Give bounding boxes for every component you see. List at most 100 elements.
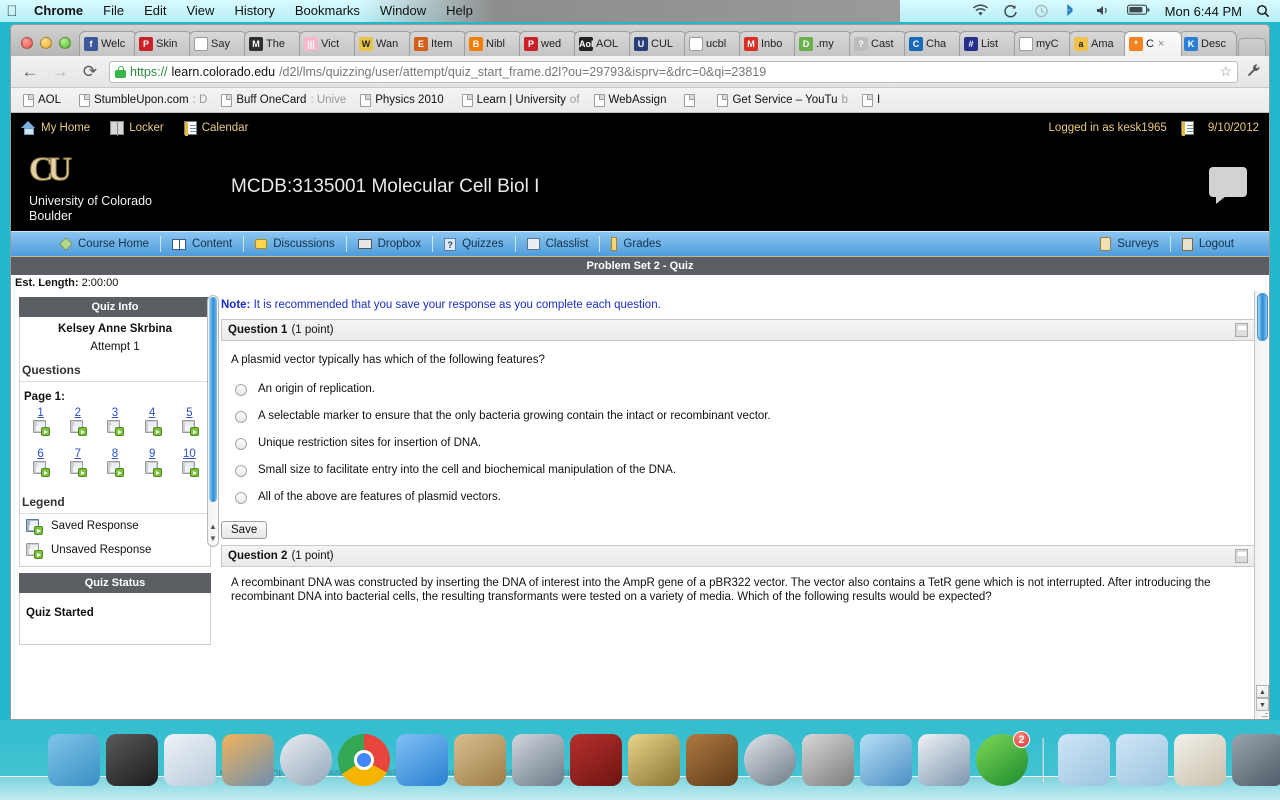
dock-icon-photo-booth-camera[interactable]: [512, 734, 564, 786]
wifi-icon[interactable]: [972, 4, 989, 19]
navbar-item-classlist[interactable]: Classlist: [516, 231, 600, 257]
spotlight-search-icon[interactable]: [1256, 4, 1270, 19]
apple-logo-icon[interactable]: : [0, 3, 24, 20]
browser-tab[interactable]: P Skin: [134, 31, 192, 56]
browser-tab[interactable]: C Cha: [904, 31, 962, 56]
question-nav-item[interactable]: 2: [59, 407, 96, 440]
menu-item-window[interactable]: Window: [370, 0, 436, 22]
bluetooth-icon[interactable]: [1065, 3, 1082, 19]
radio-button[interactable]: [235, 411, 247, 423]
answer-option[interactable]: An origin of replication.: [221, 376, 1255, 403]
menu-item-history[interactable]: History: [224, 0, 284, 22]
question-nav-number[interactable]: 4: [134, 407, 171, 419]
bookmark-item[interactable]: WebAssign: [588, 92, 677, 109]
browser-tab[interactable]: M The: [244, 31, 302, 56]
dock-icon-documents-folder[interactable]: [1116, 734, 1168, 786]
window-resize-grip[interactable]: [1254, 711, 1268, 719]
battery-icon[interactable]: [1126, 4, 1151, 19]
bookmark-item[interactable]: [678, 92, 709, 109]
browser-tab[interactable]: myC: [1014, 31, 1072, 56]
sidebar-scrollbar[interactable]: ▲ ▼: [207, 295, 219, 547]
chat-bubble-icon[interactable]: [1209, 167, 1247, 204]
dock-icon-garageband[interactable]: [686, 734, 738, 786]
dock-icon-spotify[interactable]: 2: [976, 731, 1030, 786]
nav-my-home[interactable]: My Home: [21, 121, 90, 135]
question-nav-number[interactable]: 9: [134, 448, 171, 460]
menu-bar-clock[interactable]: Mon 6:44 PM: [1165, 4, 1242, 19]
address-bar[interactable]: https://learn.colorado.edu/d2l/lms/quizz…: [109, 60, 1238, 83]
browser-tab[interactable]: ? Cast: [849, 31, 907, 56]
tab-close-icon[interactable]: ×: [1158, 38, 1164, 50]
question-nav-item[interactable]: 9: [134, 448, 171, 481]
question-1-save-button[interactable]: Save: [221, 521, 268, 539]
sync-icon[interactable]: [1003, 4, 1020, 19]
browser-tab[interactable]: ucbl: [684, 31, 742, 56]
dock-icon-wave[interactable]: [860, 734, 912, 786]
dock-icon-address-book[interactable]: [454, 734, 506, 786]
dock-icon-hp-printer[interactable]: [918, 734, 970, 786]
page-scrollbar-thumb[interactable]: [1257, 293, 1268, 341]
question-nav-item[interactable]: 6: [22, 448, 59, 481]
dock-icon-applications-folder[interactable]: [1058, 734, 1110, 786]
browser-tab[interactable]: * C ×: [1124, 31, 1182, 56]
menu-item-chrome[interactable]: Chrome: [24, 0, 93, 22]
dock-icon-chrome[interactable]: [338, 734, 390, 786]
nav-logout[interactable]: Logout: [1171, 231, 1245, 257]
radio-button[interactable]: [235, 492, 247, 504]
radio-button[interactable]: [235, 465, 247, 477]
dock-icon-finder[interactable]: [48, 734, 100, 786]
question-nav-number[interactable]: 10: [171, 448, 208, 460]
browser-tab[interactable]: ||| Vict: [299, 31, 357, 56]
navbar-item-quizzes[interactable]: ? Quizzes: [433, 231, 515, 257]
forward-button[interactable]: →: [49, 61, 71, 83]
browser-tab[interactable]: Pwed: [519, 31, 577, 56]
question-nav-item[interactable]: 8: [96, 448, 133, 481]
bookmark-item[interactable]: AOL: [17, 92, 71, 109]
chrome-menu-wrench-icon[interactable]: [1246, 63, 1261, 81]
question-nav-number[interactable]: 1: [22, 407, 59, 419]
dock-icon-imovie[interactable]: [628, 734, 680, 786]
radio-button[interactable]: [235, 384, 247, 396]
browser-tab[interactable]: # List: [959, 31, 1017, 56]
browser-tab[interactable]: D .my: [794, 31, 852, 56]
dock-icon-safari[interactable]: [280, 734, 332, 786]
sidebar-scrollbar-thumb[interactable]: [209, 297, 217, 502]
browser-tab[interactable]: Say: [189, 31, 247, 56]
new-tab-button[interactable]: [1238, 38, 1266, 56]
menu-item-view[interactable]: View: [176, 0, 224, 22]
sidebar-scroll-down-arrow[interactable]: ▼: [208, 533, 218, 545]
reload-button[interactable]: ⟳: [79, 61, 101, 83]
navbar-item-dropbox[interactable]: Dropbox: [347, 231, 432, 257]
dock-icon-time-machine[interactable]: [744, 734, 796, 786]
menu-item-help[interactable]: Help: [436, 0, 483, 22]
question-nav-number[interactable]: 7: [59, 448, 96, 460]
answer-option[interactable]: A selectable marker to ensure that the o…: [221, 403, 1255, 430]
nav-locker[interactable]: Locker: [110, 121, 164, 136]
question-nav-item[interactable]: 7: [59, 448, 96, 481]
bookmark-star-icon[interactable]: ☆: [1219, 63, 1232, 80]
question-nav-number[interactable]: 5: [171, 407, 208, 419]
browser-tab[interactable]: B Nibl: [464, 31, 522, 56]
browser-tab[interactable]: f Welc: [79, 31, 137, 56]
browser-tab[interactable]: K Desc: [1179, 31, 1237, 56]
question-nav-item[interactable]: 10: [171, 448, 208, 481]
browser-tab[interactable]: a Ama: [1069, 31, 1127, 56]
dock-icon-mail[interactable]: [164, 734, 216, 786]
browser-tab[interactable]: E Item: [409, 31, 467, 56]
browser-tab[interactable]: W Wan: [354, 31, 412, 56]
time-machine-icon[interactable]: [1034, 4, 1051, 19]
zoom-window-button[interactable]: [59, 37, 71, 49]
question-nav-number[interactable]: 3: [96, 407, 133, 419]
browser-tab[interactable]: U CUL: [629, 31, 687, 56]
answer-option[interactable]: All of the above are features of plasmid…: [221, 484, 1255, 511]
volume-icon[interactable]: [1096, 4, 1113, 19]
dock-icon-document-stack[interactable]: [1174, 734, 1226, 786]
page-scroll-up-arrow[interactable]: ▲: [1256, 685, 1269, 698]
bookmark-item[interactable]: Learn | University of: [456, 92, 586, 109]
bookmark-item[interactable]: Get Service – YouTu b: [711, 92, 853, 109]
menu-item-bookmarks[interactable]: Bookmarks: [285, 0, 370, 22]
sidebar-scroll-up-arrow[interactable]: ▲: [208, 521, 218, 533]
close-window-button[interactable]: [21, 37, 33, 49]
bookmark-item[interactable]: Buff OneCard: Unive: [215, 92, 352, 109]
question-nav-number[interactable]: 8: [96, 448, 133, 460]
